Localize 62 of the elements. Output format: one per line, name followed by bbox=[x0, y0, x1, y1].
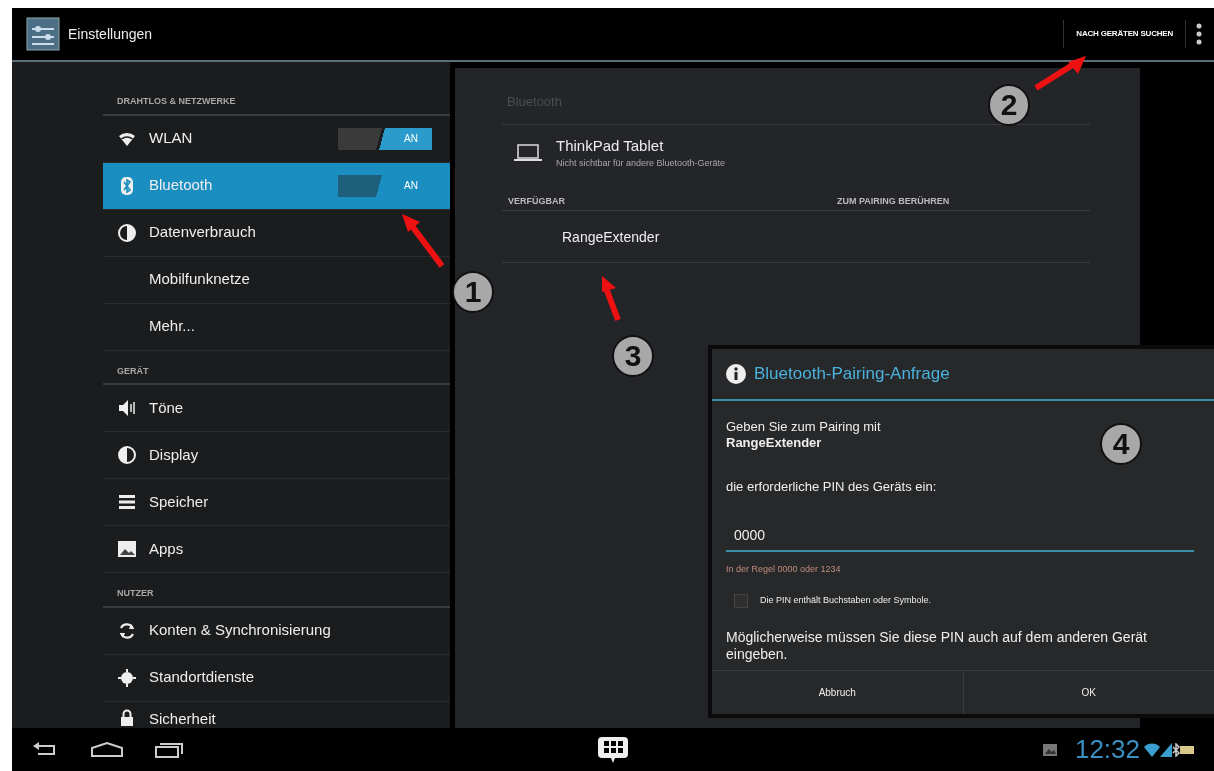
storage-icon bbox=[117, 492, 137, 512]
item-label: Sicherheit bbox=[149, 708, 216, 728]
image-icon bbox=[1042, 743, 1057, 756]
settings-item[interactable]: Konten & Synchronisierung bbox=[103, 607, 450, 655]
image-icon bbox=[117, 539, 137, 559]
pie-chart-icon bbox=[117, 222, 137, 243]
hint-text: In der Regel 0000 oder 1234 bbox=[726, 563, 842, 577]
recent-apps-icon bbox=[154, 740, 184, 759]
device-item[interactable]: RangeExtender bbox=[502, 211, 1090, 263]
section-header: ZUM PAIRING BERÜHREN bbox=[837, 194, 950, 208]
dialog-note: Möglicherweise müssen Sie diese PIN auch auf dem anderen Gerät eingeben. bbox=[726, 629, 1148, 664]
settings-item[interactable]: Töne bbox=[103, 385, 450, 432]
location-icon bbox=[117, 667, 137, 688]
bluetooth-icon bbox=[1172, 742, 1180, 757]
item-label: WLAN bbox=[149, 128, 193, 149]
app-grid-icon bbox=[597, 735, 630, 764]
item-label: Datenverbrauch bbox=[149, 222, 256, 243]
ok-button[interactable]: OK bbox=[962, 671, 1214, 714]
signal-icon bbox=[1160, 742, 1172, 757]
overflow-menu-icon bbox=[1194, 22, 1204, 46]
item-label: Konten & Synchronisierung bbox=[149, 620, 331, 641]
section-header: NUTZER bbox=[103, 587, 450, 608]
item-label: Apps bbox=[149, 538, 184, 559]
item-label: Speicher bbox=[149, 491, 209, 512]
settings-item[interactable]: Bluetooth AN bbox=[103, 162, 450, 210]
item-label: Töne bbox=[149, 397, 184, 418]
clock: 12:32 bbox=[1074, 733, 1140, 766]
section-header: VERFÜGBAR bbox=[508, 194, 565, 208]
home-icon bbox=[90, 741, 124, 758]
settings-item[interactable]: Apps bbox=[103, 526, 450, 573]
item-label: Bluetooth bbox=[149, 175, 213, 196]
section-header: DRAHTLOS & NETZWERKE bbox=[103, 95, 450, 116]
item-label: Display bbox=[149, 444, 199, 465]
device-name: ThinkPad Tablet bbox=[556, 135, 665, 156]
pin-field[interactable]: 0000 bbox=[726, 521, 1194, 553]
laptop-icon bbox=[514, 143, 542, 162]
item-label: Standortdienste bbox=[149, 667, 255, 688]
brightness-icon bbox=[117, 445, 137, 465]
settings-item[interactable]: WLAN AN bbox=[103, 115, 450, 163]
app-title: Einstellungen bbox=[68, 24, 153, 44]
checkbox[interactable] bbox=[734, 593, 748, 608]
info-icon bbox=[726, 363, 746, 384]
sync-icon bbox=[117, 620, 137, 641]
dialog-title: Bluetooth-Pairing-Anfrage bbox=[754, 363, 950, 385]
settings-item[interactable]: Standortdienste bbox=[103, 654, 450, 702]
settings-icon bbox=[26, 17, 60, 51]
speaker-icon bbox=[117, 398, 137, 418]
item-label: Mehr... bbox=[149, 316, 195, 337]
checkbox-label: Die PIN enthält Buchstaben oder Symbole. bbox=[760, 594, 932, 608]
settings-item[interactable]: Display bbox=[103, 432, 450, 479]
settings-item[interactable]: Speicher bbox=[103, 479, 450, 526]
battery-icon bbox=[1180, 745, 1194, 754]
item-label: Mobilfunknetze bbox=[149, 269, 250, 290]
settings-item[interactable]: Mehr... bbox=[103, 303, 450, 351]
wifi-icon bbox=[1144, 742, 1160, 757]
dialog-message: Geben Sie zum Pairing mit RangeExtender bbox=[726, 418, 881, 453]
settings-item[interactable]: Mobilfunknetze bbox=[103, 256, 450, 304]
cancel-button[interactable]: Abbruch bbox=[712, 671, 963, 714]
device-status: Nicht sichtbar für andere Bluetooth-Geräte bbox=[556, 157, 726, 170]
section-header: GERÄT bbox=[103, 364, 450, 385]
pin-prompt: die erforderliche PIN des Geräts ein: bbox=[726, 479, 937, 497]
scan-button[interactable]: NACH GERÄTEN SUCHEN bbox=[1063, 20, 1186, 48]
